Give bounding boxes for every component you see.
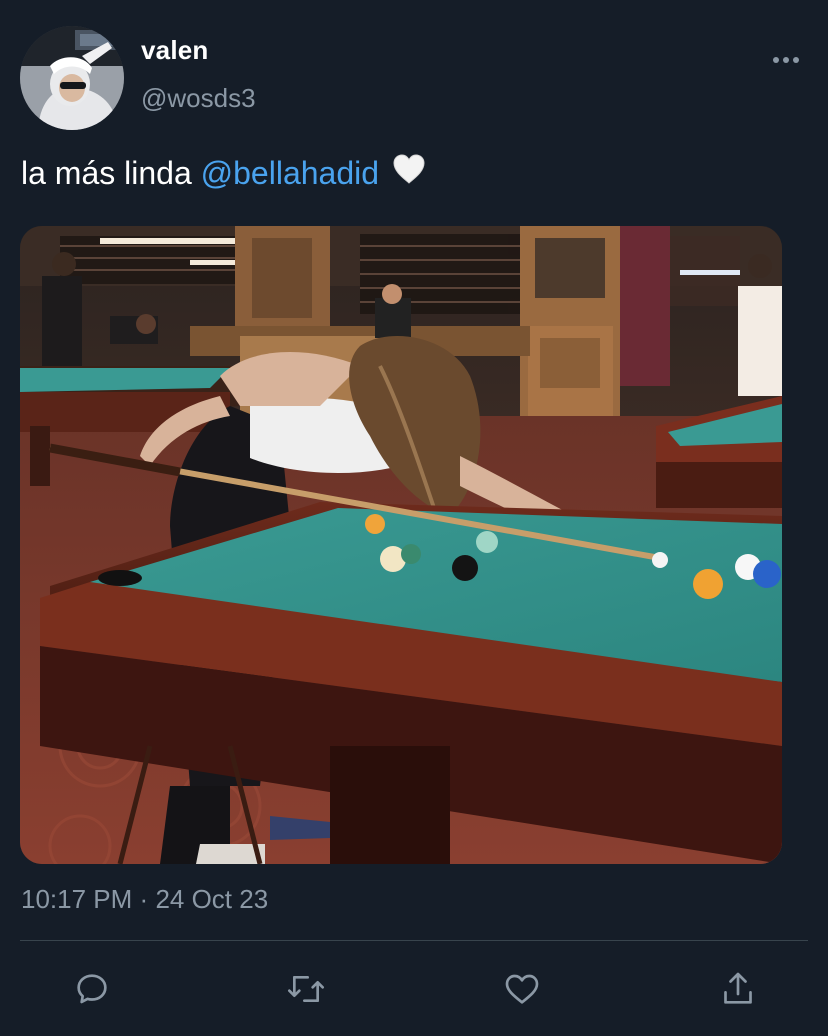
avatar[interactable] bbox=[20, 26, 124, 130]
timestamp-separator: · bbox=[139, 884, 149, 914]
reply-icon bbox=[77, 974, 107, 1004]
more-icon bbox=[773, 57, 799, 63]
tweet-text-body: la más linda bbox=[21, 155, 201, 191]
like-icon bbox=[505, 974, 539, 1004]
retweet-icon bbox=[288, 976, 324, 1002]
retweet-button[interactable] bbox=[284, 967, 328, 1011]
display-name[interactable]: valen bbox=[141, 35, 209, 66]
username-handle[interactable]: @wosds3 bbox=[141, 83, 256, 114]
avatar-image bbox=[20, 26, 124, 130]
tweet-time: 10:17 PM bbox=[21, 884, 133, 914]
share-button[interactable] bbox=[716, 967, 760, 1011]
tweet: valen @wosds3 la más linda @bellahadid 1… bbox=[0, 0, 828, 1036]
tweet-media-image[interactable] bbox=[20, 226, 782, 864]
divider bbox=[20, 940, 808, 941]
tweet-text: la más linda @bellahadid bbox=[21, 153, 426, 196]
tweet-timestamp[interactable]: 10:17 PM · 24 Oct 23 bbox=[21, 884, 268, 915]
pool-hall-photo bbox=[20, 226, 782, 864]
tweet-date: 24 Oct 23 bbox=[155, 884, 269, 914]
share-icon bbox=[724, 972, 752, 1004]
more-options-button[interactable] bbox=[768, 48, 804, 72]
white-heart-icon bbox=[392, 153, 426, 193]
reply-button[interactable] bbox=[70, 967, 114, 1011]
like-button[interactable] bbox=[500, 967, 544, 1011]
mention-link[interactable]: @bellahadid bbox=[201, 155, 379, 191]
